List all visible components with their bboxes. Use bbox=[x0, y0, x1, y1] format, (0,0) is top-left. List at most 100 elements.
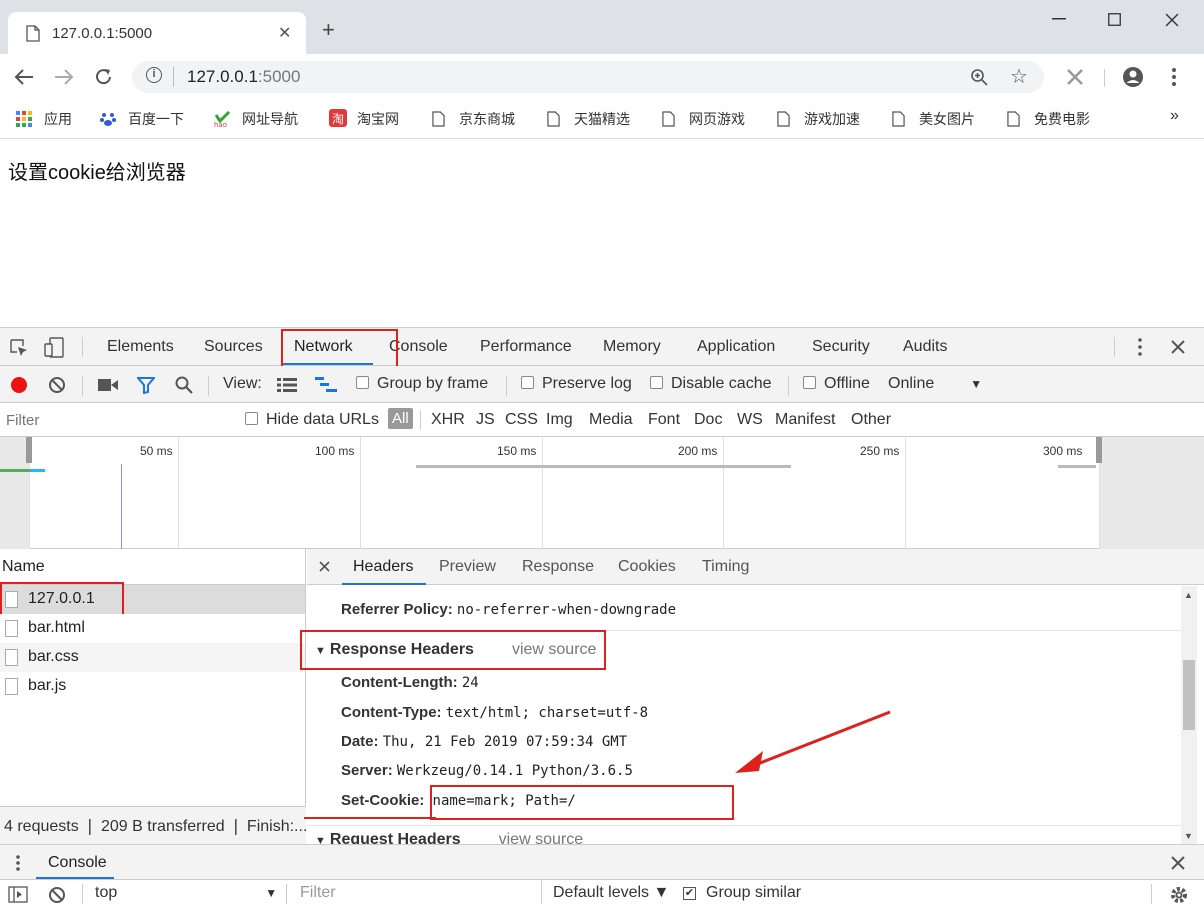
record-icon[interactable] bbox=[10, 376, 28, 394]
bookmark-jd[interactable]: 京东商城 bbox=[432, 109, 515, 129]
drawer-tab-console[interactable]: Console bbox=[48, 854, 107, 872]
tab-application[interactable]: Application bbox=[697, 338, 775, 356]
request-headers-section[interactable]: ▼ Request Headers view source bbox=[315, 831, 583, 844]
document-icon bbox=[777, 111, 790, 127]
search-icon[interactable] bbox=[175, 376, 193, 394]
active-tab-indicator bbox=[342, 583, 426, 585]
request-row[interactable]: bar.js bbox=[0, 672, 305, 701]
device-toolbar-icon[interactable] bbox=[44, 337, 66, 358]
screenshot-camera-icon[interactable] bbox=[98, 379, 118, 391]
bookmark-hao[interactable]: hao 网址导航 bbox=[214, 109, 298, 129]
new-tab-icon[interactable]: + bbox=[322, 17, 335, 43]
svg-text:hao: hao bbox=[214, 121, 227, 127]
tab-memory[interactable]: Memory bbox=[603, 338, 661, 356]
request-row[interactable]: bar.css bbox=[0, 643, 305, 672]
header-row: Date: Thu, 21 Feb 2019 07:59:34 GMT bbox=[341, 733, 628, 750]
sidebar-toggle-icon[interactable] bbox=[8, 886, 28, 903]
network-overview-timeline[interactable]: 50 ms 100 ms 150 ms 200 ms 250 ms 300 ms bbox=[0, 437, 1204, 549]
clear-icon[interactable] bbox=[48, 376, 66, 394]
view-source-link[interactable]: view source bbox=[499, 831, 583, 844]
log-levels-select[interactable]: Default levels ▼ bbox=[553, 884, 669, 902]
tab-sources[interactable]: Sources bbox=[204, 338, 263, 356]
list-view-icon[interactable] bbox=[277, 378, 297, 392]
timeline-right-handle[interactable] bbox=[1096, 437, 1102, 463]
profile-avatar-icon[interactable] bbox=[1122, 66, 1144, 88]
filter-type-all[interactable]: All bbox=[388, 408, 413, 429]
forward-icon[interactable] bbox=[54, 68, 74, 86]
name-column-header[interactable]: Name bbox=[0, 549, 306, 585]
bookmark-game-speed[interactable]: 游戏加速 bbox=[777, 109, 860, 129]
reload-icon[interactable] bbox=[94, 67, 114, 87]
hide-data-urls-checkbox[interactable]: Hide data URLs bbox=[245, 411, 379, 429]
close-drawer-icon[interactable] bbox=[1171, 856, 1185, 870]
devtools-menu-icon[interactable] bbox=[1138, 338, 1142, 356]
preserve-log-checkbox[interactable]: Preserve log bbox=[521, 375, 632, 393]
filter-type-media[interactable]: Media bbox=[589, 411, 633, 429]
tab-audits[interactable]: Audits bbox=[903, 338, 947, 356]
filter-type-ws[interactable]: WS bbox=[737, 411, 763, 429]
browser-tab[interactable]: 127.0.0.1:5000 ✕ bbox=[8, 12, 306, 55]
more-bookmarks-icon[interactable]: » bbox=[1170, 107, 1179, 125]
bookmark-star-icon[interactable]: ☆ bbox=[1010, 64, 1028, 89]
bookmark-tmall[interactable]: 天猫精选 bbox=[547, 109, 630, 129]
bookmark-baidu[interactable]: 百度一下 bbox=[100, 109, 184, 129]
group-by-frame-checkbox[interactable]: Group by frame bbox=[356, 375, 488, 393]
tab-timing[interactable]: Timing bbox=[702, 558, 749, 576]
filter-input[interactable] bbox=[2, 408, 226, 432]
close-detail-icon[interactable] bbox=[319, 561, 330, 572]
tab-preview[interactable]: Preview bbox=[439, 558, 496, 576]
maximize-icon[interactable] bbox=[1108, 13, 1121, 26]
request-bar bbox=[1058, 465, 1096, 468]
filter-type-manifest[interactable]: Manifest bbox=[775, 411, 835, 429]
site-info-icon[interactable]: i bbox=[146, 67, 162, 83]
filter-type-js[interactable]: JS bbox=[476, 411, 495, 429]
bookmark-pictures[interactable]: 美女图片 bbox=[892, 109, 975, 129]
timeline-left-handle[interactable] bbox=[26, 437, 32, 463]
filter-type-other[interactable]: Other bbox=[851, 411, 891, 429]
tab-elements[interactable]: Elements bbox=[107, 338, 174, 356]
scroll-thumb[interactable] bbox=[1183, 660, 1195, 730]
tab-response[interactable]: Response bbox=[522, 558, 594, 576]
close-tab-icon[interactable]: ✕ bbox=[278, 23, 291, 43]
waterfall-view-icon[interactable] bbox=[315, 377, 337, 393]
view-label: View: bbox=[223, 375, 262, 392]
group-similar-checkbox[interactable]: ✔ Group similar bbox=[683, 884, 801, 902]
url-text[interactable]: 127.0.0.1:5000 bbox=[187, 67, 300, 87]
back-icon[interactable] bbox=[14, 68, 34, 86]
filter-type-doc[interactable]: Doc bbox=[694, 411, 722, 429]
close-window-icon[interactable] bbox=[1165, 13, 1179, 27]
context-select[interactable]: top ▼ bbox=[95, 884, 277, 902]
filter-type-css[interactable]: CSS bbox=[505, 411, 538, 429]
inspect-element-icon[interactable] bbox=[10, 339, 28, 357]
extension-x-icon[interactable] bbox=[1066, 69, 1084, 85]
bookmark-apps[interactable]: 应用 bbox=[16, 109, 72, 129]
zoom-icon[interactable] bbox=[970, 68, 989, 87]
tab-performance[interactable]: Performance bbox=[480, 338, 572, 356]
throttling-select[interactable]: Online ▼ bbox=[888, 375, 982, 393]
bookmark-webgames[interactable]: 网页游戏 bbox=[662, 109, 745, 129]
minimize-icon[interactable] bbox=[1052, 18, 1066, 20]
filter-type-img[interactable]: Img bbox=[546, 411, 573, 429]
request-row[interactable]: bar.html bbox=[0, 614, 305, 643]
tab-headers[interactable]: Headers bbox=[353, 558, 413, 576]
address-bar[interactable]: i 127.0.0.1:5000 ☆ bbox=[132, 61, 1044, 93]
detail-scrollbar[interactable]: ▲ ▼ bbox=[1181, 586, 1197, 844]
bookmark-movies[interactable]: 免费电影 bbox=[1007, 109, 1090, 129]
console-filter-input[interactable]: Filter bbox=[300, 884, 336, 902]
tab-title: 127.0.0.1:5000 bbox=[52, 25, 153, 42]
disable-cache-checkbox[interactable]: Disable cache bbox=[650, 375, 772, 393]
bookmark-taobao[interactable]: 淘淘宝网 bbox=[329, 109, 399, 129]
tab-cookies[interactable]: Cookies bbox=[618, 558, 676, 576]
filter-type-xhr[interactable]: XHR bbox=[431, 411, 465, 429]
scroll-down-icon[interactable]: ▼ bbox=[1184, 831, 1193, 841]
drawer-menu-icon[interactable] bbox=[16, 855, 20, 871]
filter-funnel-icon[interactable] bbox=[137, 377, 155, 394]
gear-icon[interactable] bbox=[1169, 885, 1189, 904]
scroll-up-icon[interactable]: ▲ bbox=[1184, 590, 1193, 600]
menu-kebab-icon[interactable] bbox=[1172, 68, 1176, 86]
close-devtools-icon[interactable] bbox=[1171, 340, 1185, 354]
clear-console-icon[interactable] bbox=[48, 886, 66, 904]
tab-security[interactable]: Security bbox=[812, 338, 870, 356]
filter-type-font[interactable]: Font bbox=[648, 411, 680, 429]
offline-checkbox[interactable]: Offline bbox=[803, 375, 870, 393]
